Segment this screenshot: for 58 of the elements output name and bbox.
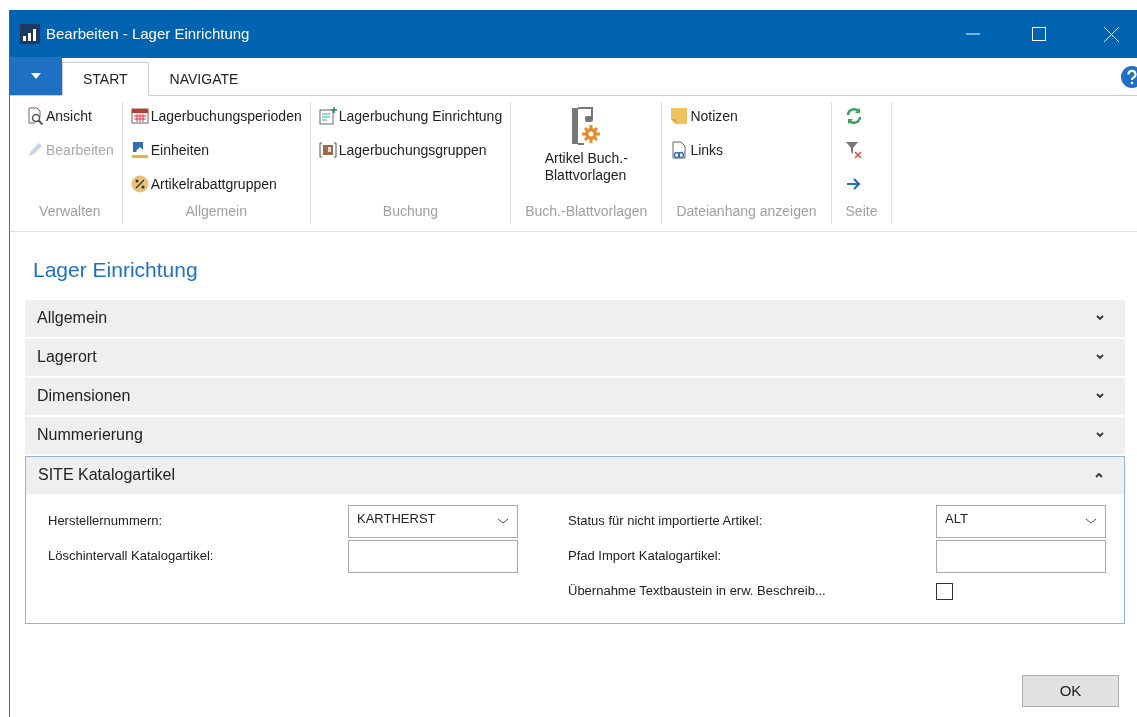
input-field[interactable] <box>936 539 1106 573</box>
section-header[interactable]: Allgemein <box>25 299 1125 337</box>
close-icon[interactable] <box>1104 26 1119 42</box>
calendar-icon <box>130 107 149 125</box>
units-icon <box>130 141 149 159</box>
section-header[interactable]: Nummerierung <box>25 416 1125 454</box>
ribbon-button[interactable]: Artikel Buch.- Blattvorlagen <box>544 106 628 184</box>
ribbon-button[interactable]: Links <box>670 136 823 164</box>
ribbon-button[interactable]: Lagerbuchung Einrichtung <box>318 102 503 130</box>
field-label: Herstellernummern: <box>48 512 163 531</box>
ribbon-button[interactable]: Notizen <box>670 102 823 130</box>
magnifier-page-icon <box>26 107 44 125</box>
chevron-down-icon <box>497 517 509 525</box>
input-field[interactable] <box>348 539 518 573</box>
field-label: Löschintervall Katalogartikel: <box>48 547 214 566</box>
section-header[interactable]: SITE Katalogartikel <box>26 456 1124 494</box>
ribbon-tab[interactable]: START <box>62 62 149 96</box>
ribbon-button[interactable]: Lagerbuchungsgruppen <box>318 136 503 164</box>
section-header[interactable]: Lagerort <box>25 338 1125 376</box>
ribbon-group-label: Allgemein <box>184 202 248 221</box>
ribbon-button[interactable]: Einheiten <box>130 136 302 164</box>
field-label: Übernahme Textbaustein in erw. Beschreib... <box>568 582 826 601</box>
chevron-down-icon[interactable] <box>1095 430 1105 440</box>
percent-icon <box>130 175 149 193</box>
page-title: Lager Einrichtung <box>33 257 199 283</box>
ribbon-group-label: Dateianhang anzeigen <box>675 202 818 221</box>
ribbon-button[interactable]: Lagerbuchungsperioden <box>130 102 302 130</box>
refresh-icon[interactable] <box>844 107 863 125</box>
ribbon-group-label: Buch.-Blattvorlagen <box>524 202 649 221</box>
checkbox[interactable] <box>936 582 953 600</box>
maximize-icon[interactable] <box>1032 27 1046 41</box>
ribbon-button[interactable]: Artikelrabattgruppen <box>130 170 302 198</box>
ribbon-tab[interactable]: NAVIGATE <box>148 62 260 96</box>
caret-down-icon <box>31 73 41 79</box>
help-icon[interactable] <box>1121 66 1137 88</box>
ribbon-group-label: Verwalten <box>38 202 102 221</box>
link-page-icon <box>670 141 689 159</box>
chevron-up-icon[interactable] <box>1094 470 1104 480</box>
dropdown-field[interactable]: KARTHERST <box>348 504 518 538</box>
section-header[interactable]: Dimensionen <box>25 377 1125 415</box>
ribbon-group-label: Buchung <box>381 202 440 221</box>
chevron-down-icon[interactable] <box>1095 313 1105 323</box>
field-label: Status für nicht importierte Artikel: <box>568 512 763 531</box>
chevron-down-icon[interactable] <box>1095 391 1105 401</box>
setup-sheet-icon <box>318 107 337 125</box>
ribbon-group-label: Seite <box>844 202 879 221</box>
bracket-box-icon <box>318 141 337 159</box>
chevron-down-icon[interactable] <box>1095 352 1105 362</box>
field-label: Pfad Import Katalogartikel: <box>568 547 722 566</box>
app-logo-icon <box>20 24 40 44</box>
clear-filter-icon[interactable] <box>844 141 863 159</box>
note-icon <box>670 107 689 125</box>
pencil-icon <box>26 141 44 159</box>
dropdown-field[interactable]: ALT <box>936 504 1106 538</box>
window-title: Bearbeiten - Lager Einrichtung <box>46 23 250 44</box>
ribbon-button[interactable]: Ansicht <box>26 102 114 130</box>
chevron-down-icon <box>1085 517 1097 525</box>
ok-button[interactable]: OK <box>1022 675 1119 707</box>
